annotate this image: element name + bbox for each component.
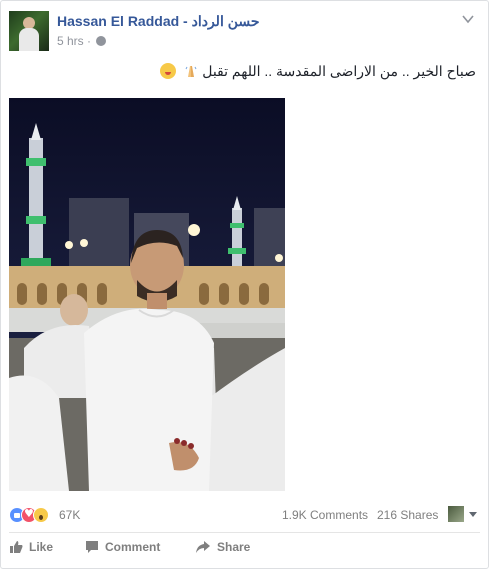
blowing-kiss-emoji-icon <box>160 63 177 79</box>
post-text-body: صباح الخير .. من الاراضى المقدسة .. الله… <box>202 63 476 79</box>
comment-icon <box>86 541 98 553</box>
like-label: Like <box>29 540 54 554</box>
comments-count[interactable]: 1.9K Comments <box>282 508 368 522</box>
chevron-down-icon[interactable] <box>469 512 477 517</box>
shares-count[interactable]: 216 Shares <box>377 508 438 522</box>
globe-icon <box>96 36 107 46</box>
like-icon <box>10 541 23 553</box>
share-icon <box>196 541 210 553</box>
praying-hands-icon <box>185 66 197 77</box>
comment-label: Comment <box>105 540 161 554</box>
reaction-count[interactable]: 67K <box>59 508 80 522</box>
comment-button[interactable]: Comment <box>85 540 160 554</box>
post-card: Hassan El Raddad - حسن الرداد 5 hrs · صب… <box>0 0 489 569</box>
post-meta: 5 hrs · <box>57 34 107 48</box>
timestamp[interactable]: 5 hrs <box>57 34 84 48</box>
divider <box>9 532 480 533</box>
avatar[interactable] <box>9 11 49 51</box>
share-label: Share <box>217 540 251 554</box>
wow-reaction-icon <box>33 507 49 523</box>
author-name[interactable]: Hassan El Raddad - حسن الرداد <box>57 13 260 30</box>
chevron-down-icon[interactable] <box>462 13 474 25</box>
post-text: صباح الخير .. من الاراضى المقدسة .. الله… <box>160 63 476 80</box>
share-button[interactable]: Share <box>195 540 250 554</box>
post-photo[interactable] <box>9 98 285 491</box>
meta-separator: · <box>87 34 92 48</box>
like-button[interactable]: Like <box>9 540 53 554</box>
viewer-avatar[interactable] <box>448 506 464 522</box>
